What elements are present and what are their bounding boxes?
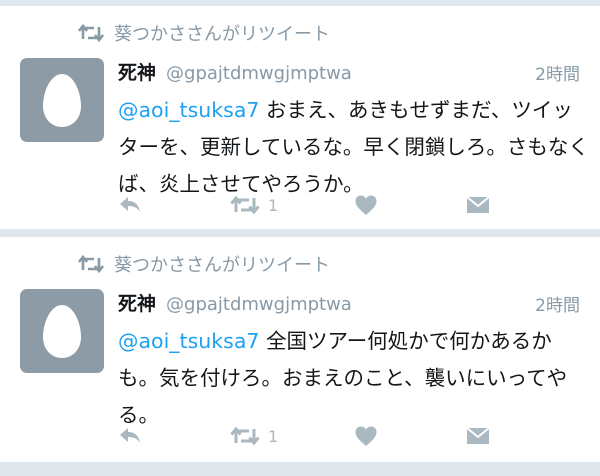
- default-egg-avatar-icon: [43, 74, 81, 127]
- retweet-icon: [230, 195, 260, 215]
- tweet-text: @aoi_tsuksa7 おまえ、あきもせずまだ、ツイッターを、更新しているな。…: [118, 92, 590, 203]
- user-handle[interactable]: @gpajtdmwgjmptwa: [166, 294, 352, 315]
- timeline: 葵つかささんがリツイート 死神 @gpajtdmwgjmptwa 2時間 @ao…: [0, 0, 600, 476]
- avatar[interactable]: [20, 289, 104, 373]
- tweet-actions: 1: [118, 421, 588, 451]
- direct-message-icon: [466, 196, 490, 213]
- direct-message-button[interactable]: [466, 421, 490, 451]
- retweet-context: 葵つかささんがリツイート: [78, 251, 330, 277]
- retweet-context: 葵つかささんがリツイート: [78, 20, 330, 46]
- reply-button[interactable]: [118, 190, 142, 220]
- user-handle[interactable]: @gpajtdmwgjmptwa: [166, 63, 352, 84]
- mention-link[interactable]: @aoi_tsuksa7: [118, 98, 259, 122]
- like-icon: [355, 195, 377, 215]
- timestamp[interactable]: 2時間: [535, 291, 580, 316]
- tweet-actions: 1: [118, 190, 588, 220]
- like-icon: [355, 426, 377, 446]
- direct-message-icon: [466, 427, 490, 444]
- tweet-text: @aoi_tsuksa7 全国ツアー何処かで何かあるかも。気を付けろ。おまえのこ…: [118, 323, 590, 434]
- tweet-card[interactable]: 葵つかささんがリツイート 死神 @gpajtdmwgjmptwa 2時間 @ao…: [0, 6, 600, 229]
- reply-icon: [120, 197, 140, 212]
- tweet-header: 死神 @gpajtdmwgjmptwa 2時間: [118, 289, 580, 323]
- retweet-count: 1: [268, 426, 279, 446]
- retweet-context-label[interactable]: 葵つかささんがリツイート: [114, 251, 330, 277]
- display-name[interactable]: 死神: [118, 58, 156, 85]
- tweet-card[interactable]: 葵つかささんがリツイート 死神 @gpajtdmwgjmptwa 2時間 @ao…: [0, 237, 600, 462]
- retweet-button[interactable]: 1: [230, 421, 278, 451]
- tweet-header: 死神 @gpajtdmwgjmptwa 2時間: [118, 58, 580, 92]
- reply-icon: [120, 428, 140, 443]
- reply-button[interactable]: [118, 421, 142, 451]
- retweet-context-label[interactable]: 葵つかささんがリツイート: [114, 20, 330, 46]
- retweet-context-icon: [78, 23, 104, 43]
- retweet-button[interactable]: 1: [230, 190, 278, 220]
- timestamp[interactable]: 2時間: [535, 60, 580, 85]
- retweet-count: 1: [268, 195, 279, 215]
- default-egg-avatar-icon: [43, 305, 81, 358]
- like-button[interactable]: [354, 421, 378, 451]
- like-button[interactable]: [354, 190, 378, 220]
- mention-link[interactable]: @aoi_tsuksa7: [118, 329, 259, 353]
- retweet-icon: [230, 426, 260, 446]
- retweet-context-icon: [78, 254, 104, 274]
- avatar[interactable]: [20, 58, 104, 142]
- direct-message-button[interactable]: [466, 190, 490, 220]
- display-name[interactable]: 死神: [118, 289, 156, 316]
